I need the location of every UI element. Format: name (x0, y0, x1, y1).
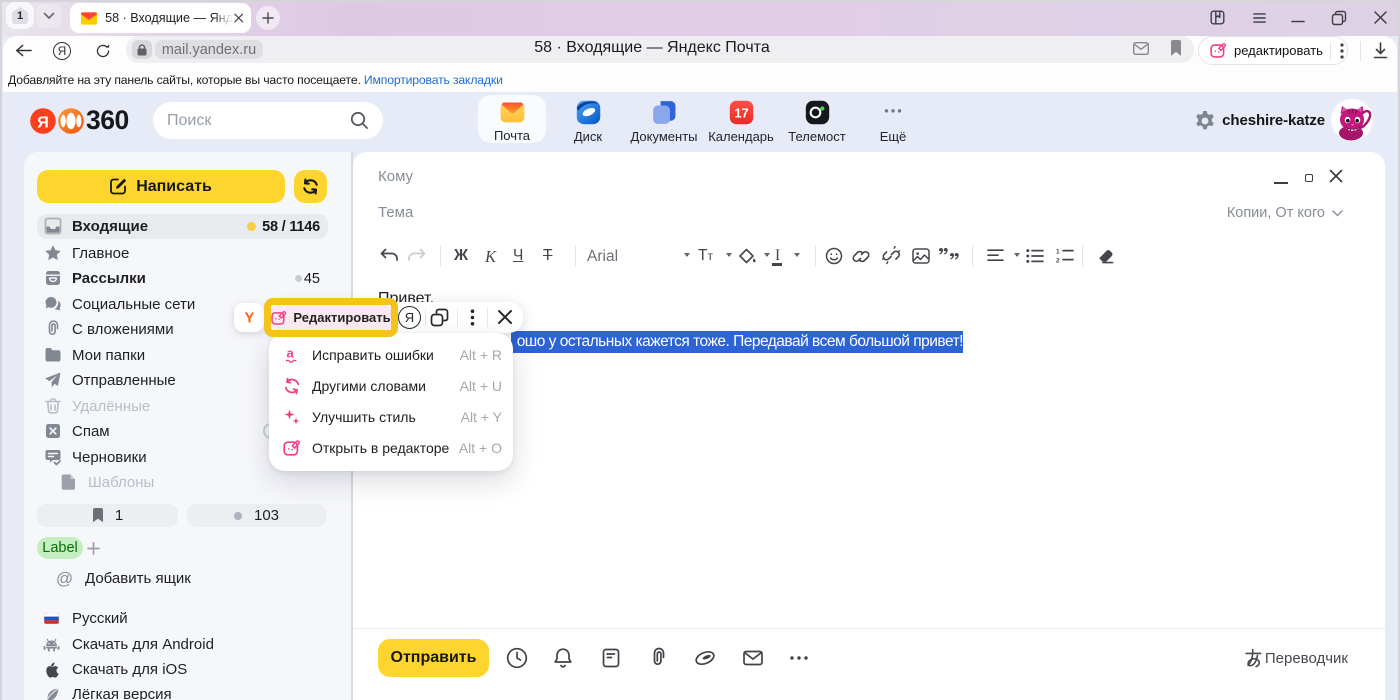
svg-text:2: 2 (1056, 258, 1060, 264)
svg-text:Y: Y (244, 311, 254, 326)
svg-text:1: 1 (1056, 249, 1060, 256)
svg-text:a: a (287, 346, 295, 361)
svg-text:17: 17 (734, 105, 748, 120)
svg-text:Я: Я (37, 115, 49, 132)
